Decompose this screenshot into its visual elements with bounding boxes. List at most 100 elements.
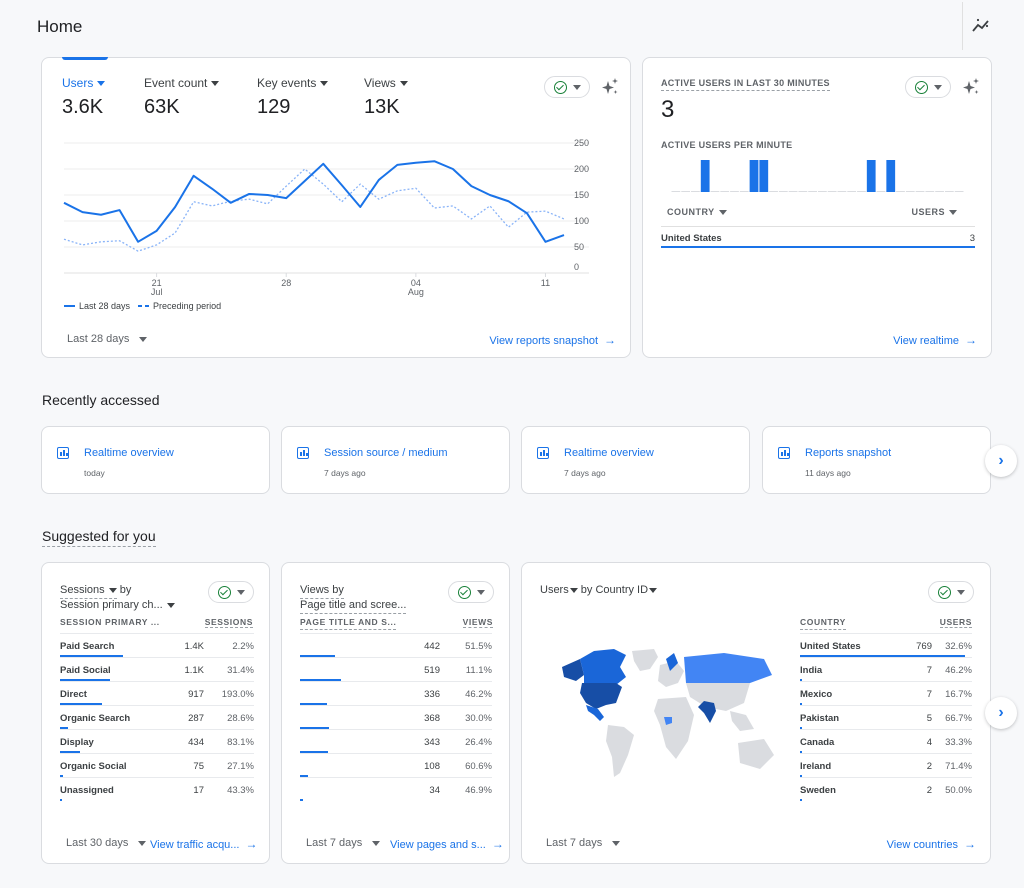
recent-item-time: today [84, 468, 105, 478]
row-change-percent: 83.1% [227, 737, 254, 748]
date-range-dropdown[interactable]: Last 28 days [67, 333, 148, 345]
views-by-page-card: Views by Page title and scree... PAGE TI… [281, 562, 510, 864]
dropdown-caret-icon [166, 602, 175, 608]
view-pages-link[interactable]: View pages and s... → [390, 837, 504, 851]
y-tick-label: 250 [574, 138, 589, 148]
table-row[interactable]: Unassigned 17 43.3% [60, 777, 254, 801]
recent-item[interactable]: Realtime overview today [41, 426, 270, 494]
x-tick-sublabel: Jul [151, 287, 163, 297]
recent-item[interactable]: Realtime overview 7 days ago [521, 426, 750, 494]
sparkle-icon[interactable] [600, 77, 620, 97]
table-row[interactable]: Pakistan 5 66.7% [800, 705, 972, 729]
sparkle-icon[interactable] [961, 77, 981, 97]
table-row[interactable]: Direct 917 193.0% [60, 681, 254, 705]
date-range-dropdown[interactable]: Last 7 days [546, 837, 621, 849]
table-row[interactable]: 519 11.1% [300, 657, 492, 681]
table-row[interactable]: 368 30.0% [300, 705, 492, 729]
table-row[interactable]: 442 51.5% [300, 633, 492, 657]
realtime-card: ACTIVE USERS IN LAST 30 MINUTES 3 ACTIVE… [642, 57, 992, 358]
dropdown-caret-icon [956, 589, 965, 595]
data-quality-dropdown[interactable] [448, 581, 494, 603]
metric-name: Sessions [60, 584, 105, 596]
row-value: 434 [188, 737, 204, 748]
recent-item-time: 11 days ago [805, 468, 851, 478]
date-range-dropdown[interactable]: Last 30 days [66, 837, 147, 849]
column-header[interactable]: USERS [939, 617, 972, 628]
y-tick-label: 150 [574, 190, 589, 200]
recent-item[interactable]: Session source / medium 7 days ago [281, 426, 510, 494]
row-label: Organic Social [60, 761, 127, 772]
per-minute-bar-chart [671, 160, 964, 192]
row-value: 769 [916, 641, 932, 652]
table-row[interactable]: 34 46.9% [300, 777, 492, 801]
metric-tab-users[interactable]: Users 3.6K [62, 76, 106, 119]
series-line-preceding-period[interactable] [63, 168, 565, 252]
minute-bar[interactable] [866, 160, 876, 192]
view-countries-link[interactable]: View countries → [887, 837, 976, 851]
column-header: SESSION PRIMARY ... [60, 617, 160, 627]
table-row[interactable]: Ireland 2 71.4% [800, 753, 972, 777]
row-label: United States [800, 641, 861, 652]
dropdown-caret-icon [949, 210, 957, 216]
series-line-last-28-days[interactable] [63, 160, 565, 243]
table-row[interactable]: Organic Social 75 27.1% [60, 753, 254, 777]
dimension-selector[interactable]: by Country ID [581, 584, 658, 596]
insights-icon[interactable] [970, 15, 992, 37]
table-row[interactable]: 336 46.2% [300, 681, 492, 705]
view-traffic-acquisition-link[interactable]: View traffic acqu... → [150, 837, 257, 851]
table-row[interactable]: Paid Search 1.4K 2.2% [60, 633, 254, 657]
realtime-title[interactable]: ACTIVE USERS IN LAST 30 MINUTES [661, 78, 830, 91]
map-australia [738, 739, 774, 769]
column-header[interactable]: VIEWS [462, 617, 493, 628]
metric-tab-views[interactable]: Views 13K [364, 76, 408, 119]
metric-selector[interactable]: Users [540, 584, 578, 596]
view-realtime-link[interactable]: View realtime → [893, 333, 977, 347]
x-tick-label: 11 [541, 278, 550, 288]
row-label: Display [60, 737, 94, 748]
view-reports-snapshot-link[interactable]: View reports snapshot → [489, 333, 616, 347]
minute-bar[interactable] [759, 160, 769, 192]
minute-bar[interactable] [886, 160, 896, 192]
table-row[interactable]: Display 434 83.1% [60, 729, 254, 753]
recent-next-button[interactable]: › [985, 445, 1017, 477]
recent-item-time: 7 days ago [324, 468, 366, 478]
dropdown-caret-icon [572, 84, 581, 90]
minute-bar[interactable] [749, 160, 759, 192]
recent-item[interactable]: Reports snapshot 11 days ago [762, 426, 991, 494]
data-quality-dropdown[interactable] [905, 76, 951, 98]
row-value: 519 [424, 665, 440, 676]
table-row[interactable]: Sweden 2 50.0% [800, 777, 972, 801]
dimension-selector[interactable]: Page title and scree... [300, 599, 407, 614]
suggested-heading[interactable]: Suggested for you [42, 528, 156, 547]
realtime-value: 3 [661, 96, 675, 123]
table-row[interactable]: Paid Social 1.1K 31.4% [60, 657, 254, 681]
table-row[interactable]: 343 26.4% [300, 729, 492, 753]
table-row[interactable]: Mexico 7 16.7% [800, 681, 972, 705]
data-quality-dropdown[interactable] [544, 76, 590, 98]
table-row[interactable]: United States 769 32.6% [800, 633, 972, 657]
users-column-header[interactable]: USERS [911, 207, 957, 217]
metric-selector[interactable]: Sessions [60, 584, 117, 599]
date-range-dropdown[interactable]: Last 7 days [306, 837, 381, 849]
metric-tab-key-events[interactable]: Key events 129 [257, 76, 329, 119]
recent-item-title: Realtime overview [84, 447, 174, 459]
data-quality-dropdown[interactable] [928, 581, 974, 603]
country-column-header[interactable]: COUNTRY [667, 207, 727, 217]
y-tick-label: 200 [574, 164, 589, 174]
table-row[interactable]: 108 60.6% [300, 753, 492, 777]
column-header[interactable]: SESSIONS [204, 617, 253, 628]
suggested-next-button[interactable]: › [985, 697, 1017, 729]
map-russia [684, 653, 772, 685]
table-row[interactable]: India 7 46.2% [800, 657, 972, 681]
table-row[interactable]: Canada 4 33.3% [800, 729, 972, 753]
metric-tab-event-count[interactable]: Event count 63K [144, 76, 220, 119]
dropdown-caret-icon [718, 210, 727, 216]
metric-selector[interactable]: Views by [300, 584, 344, 599]
data-quality-dropdown[interactable] [208, 581, 254, 603]
dimension-selector[interactable]: Session primary ch... [60, 599, 175, 611]
table-row[interactable]: Organic Search 287 28.6% [60, 705, 254, 729]
sessions-by-channel-card: Sessions by Session primary ch... SESSIO… [41, 562, 270, 864]
report-chart-icon [778, 447, 790, 459]
arrow-right-icon: → [964, 837, 976, 851]
minute-bar[interactable] [700, 160, 710, 192]
